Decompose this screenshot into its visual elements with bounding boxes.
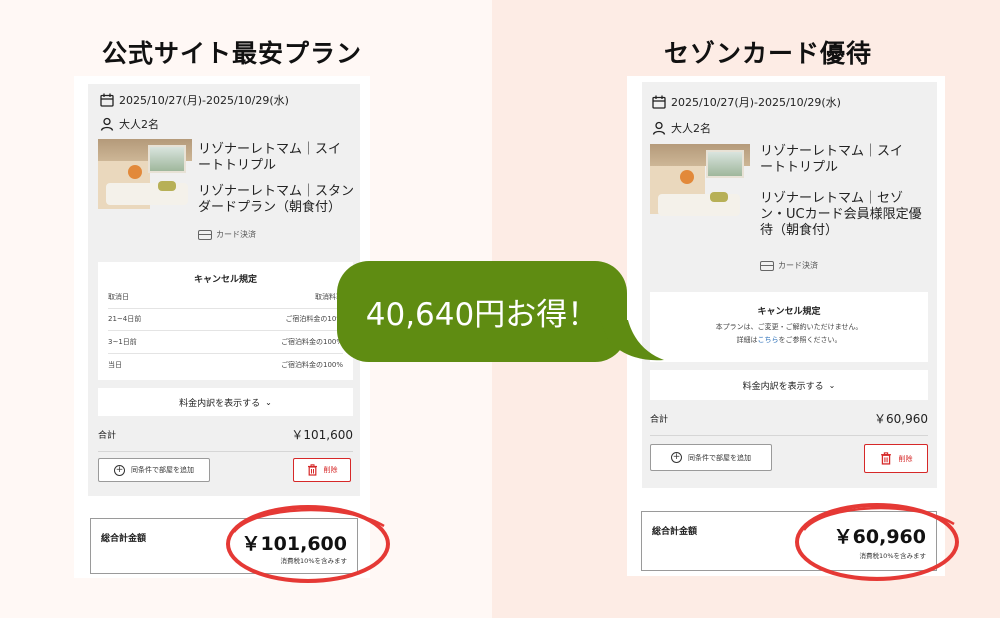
cancel-policy: キャンセル規定 取消日 取消料率 21~4日前 ご宿泊料金の10% 3~1日前 ご宿泊… bbox=[98, 262, 353, 380]
savings-callout: 40,640円お得！ bbox=[337, 261, 627, 362]
cancel-policy-note: 本プランは、ご変更・ご解約いただけません。 bbox=[715, 323, 863, 331]
room-name: リゾナーレトマム｜スイ ートトリプル bbox=[198, 142, 342, 173]
payment-method: カード決済 bbox=[760, 260, 818, 271]
highlight-circle-left bbox=[226, 505, 390, 583]
price-breakdown-toggle[interactable]: 料金内訳を表示する ⌄ bbox=[98, 388, 353, 416]
date-range: 2025/10/27(月)-2025/10/29(水) bbox=[671, 96, 841, 109]
trash-icon bbox=[880, 452, 891, 465]
guest-count: 大人2名 bbox=[671, 122, 711, 135]
credit-card-icon bbox=[198, 229, 212, 240]
subtotal-row: 合計 ￥60,960 bbox=[650, 410, 928, 436]
grand-total-label: 総合計金額 bbox=[652, 527, 698, 537]
date-row: 2025/10/27(月)-2025/10/29(水) bbox=[100, 92, 289, 108]
plan-name: リゾナーレトマム｜セゾ ン・UCカード会員様限定優 待（朝食付） bbox=[760, 191, 922, 238]
cancel-table-header: 取消日 取消料率 bbox=[108, 292, 343, 309]
delete-button[interactable]: 削除 bbox=[864, 444, 928, 473]
plus-circle-icon: + bbox=[671, 452, 682, 463]
guest-count: 大人2名 bbox=[119, 118, 159, 131]
subtotal-row: 合計 ￥101,600 bbox=[98, 426, 353, 452]
room-name: リゾナーレトマム｜スイ ートトリプル bbox=[760, 144, 904, 175]
grand-total-label: 総合計金額 bbox=[101, 534, 147, 544]
payment-method: カード決済 bbox=[198, 229, 256, 240]
table-row: 21~4日前 ご宿泊料金の10% bbox=[108, 314, 343, 331]
add-room-button[interactable]: + 同条件で部屋を追加 bbox=[98, 458, 210, 482]
table-row: 3~1日前 ご宿泊料金の100% bbox=[108, 337, 343, 354]
credit-card-icon bbox=[760, 260, 774, 271]
date-range: 2025/10/27(月)-2025/10/29(水) bbox=[119, 94, 289, 107]
right-heading: セゾンカード優待 bbox=[664, 39, 873, 68]
guest-row: 大人2名 bbox=[652, 120, 711, 136]
price-breakdown-toggle[interactable]: 料金内訳を表示する ⌄ bbox=[650, 370, 928, 400]
details-link[interactable]: こちら bbox=[758, 336, 779, 344]
chevron-down-icon: ⌄ bbox=[265, 397, 272, 407]
reservation-summary: 2025/10/27(月)-2025/10/29(水) 大人2名 リゾナーレトマ… bbox=[88, 84, 360, 496]
guest-row: 大人2名 bbox=[100, 116, 159, 132]
calendar-icon bbox=[100, 93, 114, 107]
plus-circle-icon: + bbox=[114, 464, 125, 476]
cancel-policy: キャンセル規定 本プランは、ご変更・ご解約いただけません。 詳細はこちらをご参照… bbox=[650, 292, 928, 362]
trash-icon bbox=[307, 464, 317, 476]
cancel-policy-title: キャンセル規定 bbox=[757, 307, 821, 317]
room-thumbnail bbox=[650, 144, 750, 220]
cancel-policy-title: キャンセル規定 bbox=[193, 275, 257, 285]
chevron-down-icon: ⌄ bbox=[828, 380, 836, 390]
delete-button[interactable]: 削除 bbox=[293, 458, 351, 482]
callout-tail bbox=[600, 320, 664, 361]
person-icon bbox=[652, 121, 666, 135]
date-row: 2025/10/27(月)-2025/10/29(水) bbox=[652, 94, 841, 110]
person-icon bbox=[100, 117, 114, 131]
plan-name: リゾナーレトマム｜スタン ダードプラン（朝食付） bbox=[198, 184, 355, 215]
table-row: 当日 ご宿泊料金の100% bbox=[108, 361, 343, 369]
savings-callout-text: 40,640円お得！ bbox=[365, 297, 599, 333]
reservation-summary: 2025/10/27(月)-2025/10/29(水) 大人2名 リゾナーレトマ… bbox=[642, 82, 937, 488]
calendar-icon bbox=[652, 95, 666, 109]
add-room-button[interactable]: + 同条件で部屋を追加 bbox=[650, 444, 772, 471]
room-thumbnail bbox=[98, 139, 192, 209]
cancel-policy-detail: 詳細はこちらをご参照ください。 bbox=[736, 336, 842, 344]
left-heading: 公式サイト最安プラン bbox=[102, 39, 363, 68]
highlight-circle-right bbox=[795, 503, 959, 581]
